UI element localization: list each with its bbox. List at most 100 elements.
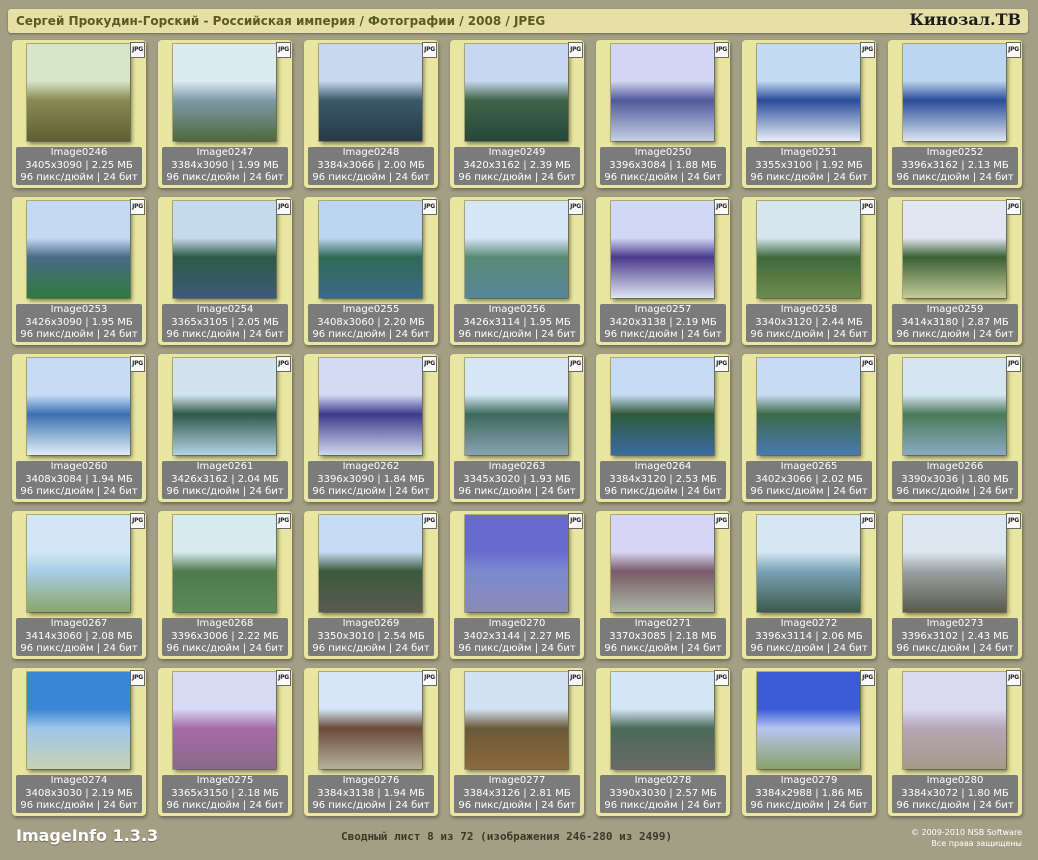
thumbnail-card[interactable]: JPG Image0265 3402x3066 | 2.02 МБ 96 пикс/д… [742,354,876,502]
thumbnail-image[interactable] [903,44,1006,141]
thumbnail-image[interactable] [611,201,714,298]
thumbnail-card[interactable]: JPG Image0280 3384x3072 | 1.80 МБ 96 пикс/д… [888,668,1022,816]
thumbnail-card[interactable]: JPG Image0267 3414x3060 | 2.08 МБ 96 пикс/д… [12,511,146,659]
thumbnail-resolution: 96 пикс/дюйм | 24 бит [312,800,430,811]
thumbnail-card[interactable]: JPG Image0272 3396x3114 | 2.06 МБ 96 пикс/д… [742,511,876,659]
thumbnail-card[interactable]: JPG Image0257 3420x3138 | 2.19 МБ 96 пикс/д… [596,197,730,345]
thumbnail-image[interactable] [319,44,422,141]
thumbnail-card[interactable]: JPG Image0275 3365x3150 | 2.18 МБ 96 пикс/д… [158,668,292,816]
thumbnail-dimensions: 3414x3180 | 2.87 МБ [901,316,1009,328]
jpg-file-icon: JPG [422,356,437,372]
thumbnail-card[interactable]: JPG Image0247 3384x3090 | 1.99 МБ 96 пикс/д… [158,40,292,188]
thumbnail-filename: Image0279 [780,775,838,786]
thumbnail-card[interactable]: JPG Image0251 3355x3100 | 1.92 МБ 96 пикс/д… [742,40,876,188]
jpg-file-icon: JPG [130,42,145,58]
thumbnail-card[interactable]: JPG Image0277 3384x3126 | 2.81 МБ 96 пикс/д… [450,668,584,816]
thumbnail-card[interactable]: JPG Image0248 3384x3066 | 2.00 МБ 96 пикс/д… [304,40,438,188]
thumbnail-image[interactable] [757,358,860,455]
thumbnail-filename: Image0278 [634,775,692,786]
thumbnail-resolution: 96 пикс/дюйм | 24 бит [604,643,722,654]
thumbnail-card[interactable]: JPG Image0279 3384x2988 | 1.86 МБ 96 пикс/д… [742,668,876,816]
thumbnail-card[interactable]: JPG Image0258 3340x3120 | 2.44 МБ 96 пикс/д… [742,197,876,345]
thumbnail-card[interactable]: JPG Image0268 3396x3006 | 2.22 МБ 96 пикс/д… [158,511,292,659]
thumbnail-card[interactable]: JPG Image0266 3390x3036 | 1.80 МБ 96 пикс/д… [888,354,1022,502]
thumbnail-filename: Image0261 [196,461,254,472]
thumbnail-card[interactable]: JPG Image0262 3396x3090 | 1.84 МБ 96 пикс/д… [304,354,438,502]
jpg-file-icon: JPG [1006,42,1021,58]
thumbnail-resolution: 96 пикс/дюйм | 24 бит [312,172,430,183]
thumbnail-info: Image0250 3396x3084 | 1.88 МБ 96 пикс/дюйм… [600,147,726,185]
thumbnail-image[interactable] [903,515,1006,612]
thumbnail-resolution: 96 пикс/дюйм | 24 бит [312,329,430,340]
thumbnail-image[interactable] [611,44,714,141]
thumbnail-image[interactable] [27,44,130,141]
thumbnail-image[interactable] [465,44,568,141]
thumbnail-image[interactable] [173,515,276,612]
thumbnail-filename: Image0248 [342,147,400,158]
thumbnail-card[interactable]: JPG Image0259 3414x3180 | 2.87 МБ 96 пикс/д… [888,197,1022,345]
thumbnail-card[interactable]: JPG Image0270 3402x3144 | 2.27 МБ 96 пикс/д… [450,511,584,659]
thumbnail-card[interactable]: JPG Image0260 3408x3084 | 1.94 МБ 96 пикс/д… [12,354,146,502]
thumbnail-image[interactable] [27,515,130,612]
thumbnail-image[interactable] [611,515,714,612]
thumbnail-image[interactable] [465,201,568,298]
thumbnail-image[interactable] [465,672,568,769]
thumbnail-image[interactable] [173,44,276,141]
thumbnail-resolution: 96 пикс/дюйм | 24 бит [20,486,138,497]
thumbnail-image[interactable] [757,672,860,769]
thumbnail-card[interactable]: JPG Image0246 3405x3090 | 2.25 МБ 96 пикс/д… [12,40,146,188]
thumbnail-filename: Image0263 [488,461,546,472]
contact-sheet-header: Сергей Прокудин-Горский - Российская имп… [8,9,1028,33]
thumbnail-card[interactable]: JPG Image0278 3390x3030 | 2.57 МБ 96 пикс/д… [596,668,730,816]
thumbnail-image[interactable] [465,358,568,455]
thumbnail-image[interactable] [173,672,276,769]
thumbnail-filename: Image0252 [926,147,984,158]
thumbnail-card[interactable]: JPG Image0252 3396x3162 | 2.13 МБ 96 пикс/д… [888,40,1022,188]
thumbnail-image[interactable] [319,201,422,298]
thumbnail-image[interactable] [319,515,422,612]
thumbnail-card[interactable]: JPG Image0273 3396x3102 | 2.43 МБ 96 пикс/д… [888,511,1022,659]
thumbnail-image[interactable] [319,672,422,769]
thumbnail-card[interactable]: JPG Image0276 3384x3138 | 1.94 МБ 96 пикс/д… [304,668,438,816]
thumbnail-dimensions: 3396x3006 | 2.22 МБ [171,630,279,642]
thumbnail-filename: Image0268 [196,618,254,629]
thumbnail-image[interactable] [27,672,130,769]
thumbnail-card[interactable]: JPG Image0269 3350x3010 | 2.54 МБ 96 пикс/д… [304,511,438,659]
thumbnail-dimensions: 3365x3150 | 2.18 МБ [171,787,279,799]
jpg-file-icon: JPG [276,42,291,58]
thumbnail-image[interactable] [757,201,860,298]
thumbnail-card[interactable]: JPG Image0256 3426x3114 | 1.95 МБ 96 пикс/д… [450,197,584,345]
thumbnail-dimensions: 3384x3066 | 2.00 МБ [317,159,425,171]
thumbnail-dimensions: 3370x3085 | 2.18 МБ [609,630,717,642]
thumbnail-card[interactable]: JPG Image0261 3426x3162 | 2.04 МБ 96 пикс/д… [158,354,292,502]
jpg-file-icon: JPG [130,199,145,215]
thumbnail-card[interactable]: JPG Image0250 3396x3084 | 1.88 МБ 96 пикс/д… [596,40,730,188]
thumbnail-image[interactable] [27,358,130,455]
thumbnail-image[interactable] [611,358,714,455]
thumbnail-card[interactable]: JPG Image0254 3365x3105 | 2.05 МБ 96 пикс/д… [158,197,292,345]
thumbnail-card[interactable]: JPG Image0274 3408x3030 | 2.19 МБ 96 пикс/д… [12,668,146,816]
thumbnail-image[interactable] [319,358,422,455]
thumbnail-card[interactable]: JPG Image0255 3408x3060 | 2.20 МБ 96 пикс/д… [304,197,438,345]
thumbnail-info: Image0280 3384x3072 | 1.80 МБ 96 пикс/дюйм… [892,775,1018,813]
thumbnail-card[interactable]: JPG Image0253 3426x3090 | 1.95 МБ 96 пикс/д… [12,197,146,345]
thumbnail-resolution: 96 пикс/дюйм | 24 бит [458,172,576,183]
thumbnail-image[interactable] [903,358,1006,455]
thumbnail-image[interactable] [27,201,130,298]
thumbnail-image[interactable] [173,201,276,298]
jpg-file-icon: JPG [276,356,291,372]
thumbnail-image[interactable] [611,672,714,769]
thumbnail-card[interactable]: JPG Image0271 3370x3085 | 2.18 МБ 96 пикс/д… [596,511,730,659]
thumbnail-card[interactable]: JPG Image0263 3345x3020 | 1.93 МБ 96 пикс/д… [450,354,584,502]
thumbnail-image[interactable] [173,358,276,455]
thumbnail-info: Image0277 3384x3126 | 2.81 МБ 96 пикс/дюйм… [454,775,580,813]
thumbnail-card[interactable]: JPG Image0264 3384x3120 | 2.53 МБ 96 пикс/д… [596,354,730,502]
thumbnail-image[interactable] [903,201,1006,298]
thumbnail-dimensions: 3384x2988 | 1.86 МБ [755,787,863,799]
thumbnail-card[interactable]: JPG Image0249 3420x3162 | 2.39 МБ 96 пикс/д… [450,40,584,188]
thumbnail-image[interactable] [465,515,568,612]
jpg-file-icon: JPG [714,356,729,372]
thumbnail-image[interactable] [903,672,1006,769]
thumbnail-image[interactable] [757,515,860,612]
thumbnail-image[interactable] [757,44,860,141]
